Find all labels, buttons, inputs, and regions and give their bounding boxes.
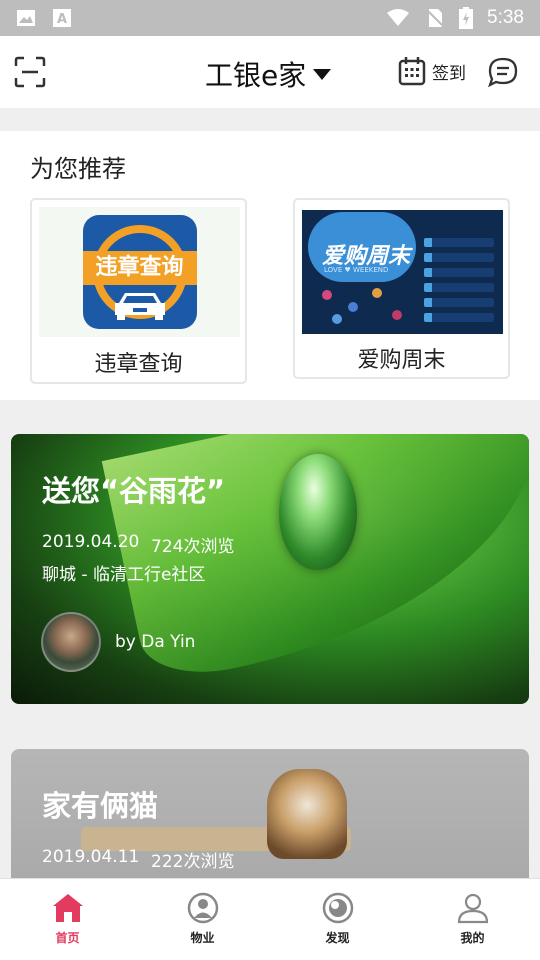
image-icon	[17, 10, 35, 26]
battery-icon	[459, 7, 474, 29]
traffic-query-label: 违章查询	[94, 352, 183, 377]
nav-label-profile: 我的	[460, 931, 485, 945]
love-weekend-image: 爱购周末 LOVE ♥ WEEKEND	[302, 207, 503, 337]
no-sim-icon	[426, 9, 444, 27]
nav-item-home[interactable]: 首页	[0, 879, 135, 960]
recommend-card-love-weekend[interactable]: 爱购周末 LOVE ♥ WEEKEND 爱购周末	[293, 198, 510, 379]
card-title: 家有俩猫	[42, 789, 159, 823]
scan-icon[interactable]	[14, 56, 46, 88]
checkin-button[interactable]: 签到	[398, 56, 466, 86]
love-weekend-label: 爱购周末	[357, 348, 446, 373]
home-icon	[52, 894, 83, 922]
dropdown-triangle-icon	[313, 69, 332, 80]
cat-image	[267, 769, 347, 859]
feed-card[interactable]: 送您“谷雨花” 2019.04.20 724次浏览 聊城 - 临清工行e社区 b…	[11, 434, 529, 704]
card-views: 222次浏览	[151, 852, 235, 872]
wifi-icon	[387, 9, 410, 26]
avatar	[41, 612, 101, 672]
checkin-label: 签到	[432, 63, 466, 84]
community-selector[interactable]: 工银e家	[205, 54, 332, 94]
feed-card[interactable]: 家有俩猫 2019.04.11 222次浏览	[11, 749, 529, 889]
card-date: 2019.04.11	[42, 847, 140, 867]
recommend-title: 为您推荐	[30, 155, 126, 183]
nav-label-discover: 发现	[325, 931, 350, 945]
nav-label-property: 物业	[190, 931, 215, 945]
discover-icon	[322, 892, 353, 924]
card-views: 724次浏览	[151, 537, 235, 557]
app-header: 工银e家 签到	[0, 36, 540, 108]
card-date: 2019.04.20	[42, 532, 140, 552]
nav-item-property[interactable]: 物业	[135, 879, 270, 960]
car-icon	[114, 293, 165, 320]
property-icon	[187, 892, 218, 924]
traffic-query-image: 违章查询	[39, 207, 240, 337]
message-icon[interactable]	[487, 56, 519, 88]
bottom-nav: 首页 物业 发现 我的	[0, 878, 540, 960]
nav-item-discover[interactable]: 发现	[270, 879, 405, 960]
traffic-query-logo: 违章查询	[82, 215, 197, 329]
svg-text:A: A	[57, 12, 67, 27]
status-bar: A 5:38	[0, 0, 540, 36]
page-title: 工银e家	[205, 59, 307, 92]
nav-label-home: 首页	[55, 931, 80, 945]
card-location: 聊城 - 临清工行e社区	[42, 565, 206, 585]
font-a-icon: A	[53, 9, 71, 27]
recommend-section: 为您推荐 违章查询 违章查询 爱购周末 LOVE ♥ WEEKEND 爱购周末	[0, 131, 540, 400]
nav-item-profile[interactable]: 我的	[405, 879, 540, 960]
status-time: 5:38	[487, 7, 524, 28]
calendar-icon	[398, 57, 426, 86]
love-weekend-banner: 爱购周末 LOVE ♥ WEEKEND	[302, 210, 503, 334]
card-title: 送您“谷雨花”	[42, 474, 226, 508]
water-droplet-image	[279, 454, 357, 570]
author-name: by Da Yin	[115, 632, 196, 652]
profile-icon	[457, 893, 488, 924]
love-weekend-subtitle: LOVE ♥ WEEKEND	[324, 266, 389, 274]
recommend-card-traffic-query[interactable]: 违章查询 违章查询	[30, 198, 247, 384]
card-author[interactable]: by Da Yin	[41, 612, 195, 672]
traffic-logo-text: 违章查询	[82, 251, 197, 285]
